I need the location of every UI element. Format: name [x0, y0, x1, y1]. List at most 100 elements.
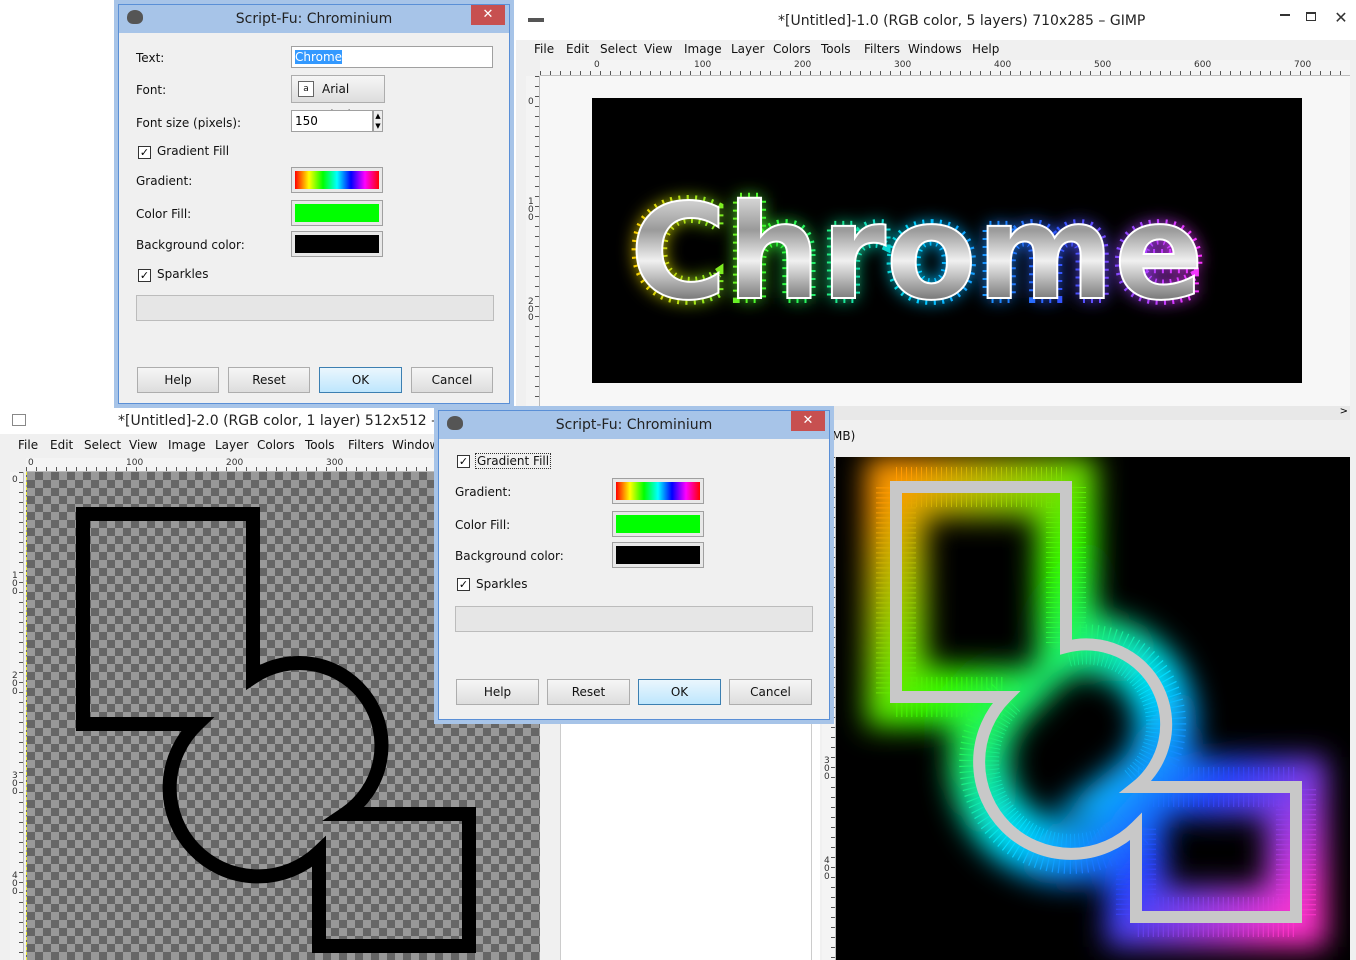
reset-button[interactable]: Reset: [547, 679, 630, 705]
vertical-ruler[interactable]: 0 100 200 300 400: [10, 472, 24, 960]
dialog-body: ✓ Gradient Fill Gradient: Color Fill: Ba…: [439, 439, 829, 719]
canvas-area[interactable]: Chrome Chrome Chrome: [540, 76, 1350, 406]
ruler-label: 100: [126, 458, 144, 468]
vertical-ruler[interactable]: 0 100 200: [526, 76, 540, 406]
menu-image[interactable]: Image: [168, 438, 206, 452]
ruler-label: 400: [994, 60, 1012, 70]
menu-layer[interactable]: Layer: [215, 438, 248, 452]
ruler-label: 300: [894, 60, 912, 70]
sparkle-shape-render: [866, 457, 1326, 947]
image-canvas[interactable]: Chrome Chrome Chrome: [592, 98, 1302, 383]
help-button[interactable]: Help: [137, 367, 219, 393]
color-fill-label: Color Fill:: [455, 518, 511, 532]
font-size-value: 150: [295, 114, 318, 128]
ruler-label: 200: [226, 458, 244, 468]
gradient-button[interactable]: [291, 167, 383, 193]
color-fill-button[interactable]: [612, 511, 704, 537]
cancel-button[interactable]: Cancel: [411, 367, 493, 393]
menu-colors[interactable]: Colors: [773, 42, 811, 56]
close-icon[interactable]: ✕: [1326, 8, 1356, 28]
close-button[interactable]: ✕: [791, 411, 825, 431]
menu-filters[interactable]: Filters: [348, 438, 384, 452]
gimp-window-shape-result: MB) 300 400: [820, 425, 1356, 960]
background-color-button[interactable]: [612, 542, 704, 568]
reset-button[interactable]: Reset: [228, 367, 310, 393]
sparkles-checkbox[interactable]: ✓: [457, 578, 470, 591]
ruler-label: 300: [326, 458, 344, 468]
window-title-fragment: MB): [832, 429, 856, 443]
font-size-label: Font size (pixels):: [136, 116, 242, 130]
menubar: File Edit Select View Image Layer Colors…: [516, 40, 1356, 60]
background-panel: [560, 720, 812, 960]
ok-button[interactable]: OK: [638, 679, 721, 705]
ruler-label: 100: [694, 60, 712, 70]
ruler-label: 300: [12, 771, 18, 797]
window-title: *[Untitled]-1.0 (RGB color, 5 layers) 71…: [778, 13, 1146, 29]
progress-bar: [455, 606, 813, 632]
sparkles-checkbox[interactable]: ✓: [138, 269, 151, 282]
ruler-label: 0: [12, 475, 18, 485]
window-titlebar: *[Untitled]-1.0 (RGB color, 5 layers) 71…: [516, 0, 1356, 40]
close-button[interactable]: ✕: [471, 5, 505, 25]
text-input[interactable]: Chrome: [291, 46, 493, 68]
font-icon: a: [298, 81, 314, 97]
menu-tools[interactable]: Tools: [305, 438, 335, 452]
maximize-icon[interactable]: [1306, 12, 1316, 21]
gradient-label: Gradient:: [136, 174, 193, 188]
menu-layer[interactable]: Layer: [731, 42, 764, 56]
menu-image[interactable]: Image: [684, 42, 722, 56]
menu-select[interactable]: Select: [600, 42, 637, 56]
ruler-label: 200: [528, 297, 534, 323]
script-fu-dialog-second: Script-Fu: Chrominium ✕ ✓ Gradient Fill …: [438, 410, 830, 720]
menu-filters[interactable]: Filters: [864, 42, 900, 56]
window-title: *[Untitled]-2.0 (RGB color, 1 layer) 512…: [118, 413, 479, 429]
menu-colors[interactable]: Colors: [257, 438, 295, 452]
gimp-window-icon: [528, 18, 544, 22]
gradient-label: Gradient:: [455, 485, 512, 499]
menu-edit[interactable]: Edit: [50, 438, 73, 452]
ok-button[interactable]: OK: [319, 367, 402, 393]
gradient-fill-checkbox[interactable]: ✓: [138, 146, 151, 159]
shape-outline: [76, 507, 476, 953]
background-color-preview: [295, 235, 379, 253]
background-color-label: Background color:: [136, 238, 245, 252]
menu-windows[interactable]: Windows: [908, 42, 962, 56]
font-size-spinner[interactable]: 150: [291, 110, 373, 132]
gradient-fill-checkbox[interactable]: ✓: [457, 455, 470, 468]
menu-file[interactable]: File: [18, 438, 38, 452]
background-color-button[interactable]: [291, 231, 383, 257]
menu-file[interactable]: File: [534, 42, 554, 56]
scroll-right-icon[interactable]: >: [1340, 406, 1348, 417]
cancel-button[interactable]: Cancel: [729, 679, 812, 705]
gradient-fill-label: Gradient Fill: [475, 453, 552, 469]
ruler-label: 0: [28, 458, 34, 468]
ruler-label: 200: [12, 671, 18, 697]
menu-select[interactable]: Select: [84, 438, 121, 452]
image-canvas[interactable]: [836, 457, 1350, 960]
menu-view[interactable]: View: [644, 42, 672, 56]
ruler-label: 200: [794, 60, 812, 70]
color-fill-label: Color Fill:: [136, 207, 192, 221]
menu-edit[interactable]: Edit: [566, 42, 589, 56]
menu-help[interactable]: Help: [972, 42, 999, 56]
font-button[interactable]: a Arial Black: [291, 75, 385, 122]
menu-tools[interactable]: Tools: [821, 42, 851, 56]
background-color-preview: [616, 546, 700, 564]
spinner-arrows[interactable]: ▲ ▼: [373, 110, 383, 132]
dialog-title: Script-Fu: Chrominium: [235, 11, 393, 27]
gradient-preview: [295, 171, 379, 189]
horizontal-ruler[interactable]: 0 100 200 300 400 500 600 700: [540, 60, 1350, 76]
help-button[interactable]: Help: [456, 679, 539, 705]
ruler-label: 300: [824, 756, 830, 782]
dialog-body: Text: Chrome Font: a Arial Black Font si…: [119, 33, 509, 403]
gradient-button[interactable]: [612, 478, 704, 504]
text-label: Text:: [136, 51, 165, 65]
minimize-icon[interactable]: [1280, 14, 1290, 16]
ruler-label: 100: [12, 571, 18, 597]
menu-view[interactable]: View: [129, 438, 157, 452]
chrome-text-render: Chrome Chrome Chrome: [625, 171, 1209, 335]
color-fill-button[interactable]: [291, 200, 383, 226]
ruler-label: 100: [528, 197, 534, 223]
ruler-label: 700: [1294, 60, 1312, 70]
text-value: Chrome: [295, 50, 343, 64]
